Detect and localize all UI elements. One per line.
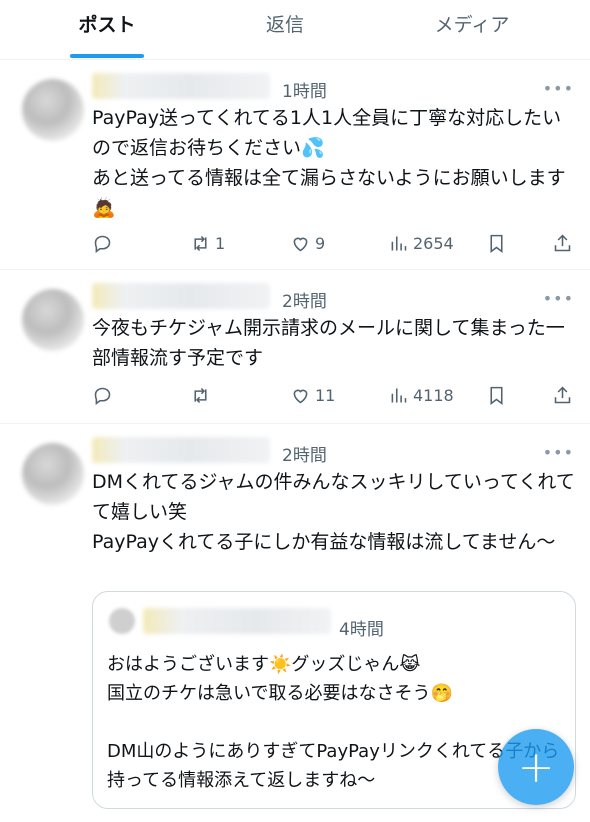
tweet-time[interactable]: 1時間	[282, 77, 327, 102]
like-count: 11	[315, 385, 336, 405]
compose-button[interactable]: +	[498, 729, 574, 805]
quoted-tweet-time: 4時間	[339, 620, 384, 640]
views-button[interactable]: 2654	[388, 229, 454, 257]
avatar[interactable]	[22, 79, 84, 141]
view-count: 4118	[413, 385, 454, 405]
tweet[interactable]: 2時間 ••• 今夜もチケジャム開示請求のメールに関して集まった一部情報流す予定…	[0, 271, 590, 424]
plus-icon: +	[517, 741, 555, 793]
share-button[interactable]	[552, 381, 573, 409]
bookmark-icon	[490, 386, 503, 405]
views-button[interactable]: 4118	[388, 381, 454, 409]
tweet-text: DMくれてるジャムの件みんなスッキリしていってくれてて嬉しい笑 PayPayくれ…	[92, 471, 575, 553]
bookmark-icon	[490, 234, 503, 253]
author-name-redacted[interactable]	[92, 283, 270, 309]
views-icon	[391, 388, 407, 402]
tweet-text-content: PayPay送ってくれてる1人1人全員に丁寧な対応したいので返信お待ちください💦…	[92, 107, 566, 219]
like-count: 9	[315, 233, 326, 253]
tweet-text: 今夜もチケジャム開示請求のメールに関して集まった一部情報流す予定です	[92, 317, 565, 369]
author-name-redacted[interactable]	[92, 73, 270, 99]
avatar[interactable]	[22, 289, 84, 351]
tweet-actions: 11 4118	[92, 381, 582, 409]
reply-button[interactable]	[92, 229, 117, 257]
reply-icon	[94, 235, 111, 253]
heart-icon	[293, 237, 308, 251]
retweet-count: 1	[215, 233, 226, 253]
view-count: 2654	[413, 233, 454, 253]
share-icon	[554, 386, 571, 403]
tweet-time[interactable]: 2時間	[282, 441, 327, 466]
retweet-button[interactable]	[190, 381, 215, 409]
reply-icon	[94, 387, 111, 405]
views-icon	[391, 236, 407, 250]
tweet-actions: 1 9 2654	[92, 229, 582, 257]
tab-media[interactable]: メディア	[420, 10, 524, 40]
more-icon[interactable]: •••	[543, 443, 574, 462]
tweet-text: PayPay送ってくれてる1人1人全員に丁寧な対応したいので返信お待ちください💦…	[92, 103, 578, 223]
avatar[interactable]	[22, 443, 84, 505]
reply-button[interactable]	[92, 381, 117, 409]
active-tab-indicator	[70, 54, 144, 58]
retweet-icon	[194, 387, 207, 403]
like-button[interactable]: 11	[290, 381, 335, 409]
share-button[interactable]	[552, 229, 573, 257]
tab-posts[interactable]: ポスト	[62, 10, 152, 40]
more-icon[interactable]: •••	[543, 79, 574, 98]
bookmark-button[interactable]	[486, 229, 507, 257]
more-icon[interactable]: •••	[543, 289, 574, 308]
heart-icon	[293, 389, 308, 403]
tweet-time[interactable]: 2時間	[282, 287, 327, 312]
like-button[interactable]: 9	[290, 229, 325, 257]
bookmark-button[interactable]	[486, 381, 507, 409]
author-name-redacted[interactable]	[92, 437, 270, 463]
profile-tabs: ポスト 返信 メディア	[0, 0, 590, 60]
tab-replies[interactable]: 返信	[250, 10, 320, 40]
retweet-icon	[194, 235, 207, 251]
tweet[interactable]: 1時間 ••• PayPay送ってくれてる1人1人全員に丁寧な対応したいので返信…	[0, 61, 590, 270]
retweet-button[interactable]: 1	[190, 229, 225, 257]
share-icon	[554, 234, 571, 251]
quoted-author-name-redacted	[143, 608, 331, 634]
quoted-avatar	[109, 608, 135, 634]
